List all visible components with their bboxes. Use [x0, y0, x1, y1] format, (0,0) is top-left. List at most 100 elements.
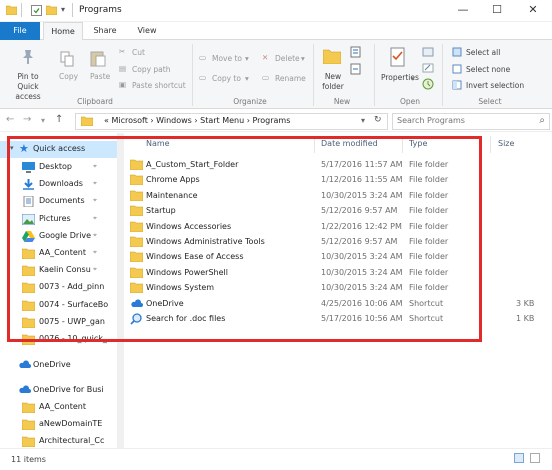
- back-arrow-icon[interactable]: ←: [6, 114, 14, 125]
- navigation-pane: ▾ ★ Quick access OneDrive OneDrive for B…: [0, 133, 117, 448]
- chevron-down-icon[interactable]: ▾: [10, 144, 14, 152]
- select-all-button[interactable]: Select all: [466, 48, 500, 57]
- copy-button[interactable]: Copy: [59, 72, 78, 81]
- copy-path-button[interactable]: Copy path: [132, 65, 170, 74]
- refresh-icon[interactable]: ↻: [374, 115, 382, 125]
- sidebar-item[interactable]: Documents ⌖: [0, 193, 117, 210]
- cloud-icon: [18, 385, 31, 394]
- sidebar-item[interactable]: Desktop ⌖: [0, 159, 117, 176]
- paste-shortcut-button[interactable]: Paste shortcut: [132, 81, 186, 90]
- tab-file[interactable]: File: [0, 22, 40, 40]
- quick-access-dropdown-icon[interactable]: ▾: [61, 5, 72, 16]
- file-type: File folder: [409, 252, 449, 262]
- window-title: Programs: [79, 5, 122, 15]
- file-row[interactable]: Startup 5/12/2016 9:57 AM File folder: [124, 204, 552, 219]
- nav-onedrive[interactable]: OneDrive: [0, 357, 117, 374]
- up-arrow-icon[interactable]: ↑: [55, 114, 63, 125]
- column-divider[interactable]: [402, 136, 403, 153]
- nav-onedrive-business[interactable]: OneDrive for Busi: [0, 382, 117, 399]
- sidebar-item[interactable]: 0075 - UWP_gan: [0, 314, 117, 331]
- file-row[interactable]: Windows PowerShell 10/30/2015 3:24 AM File…: [124, 266, 552, 281]
- nav-quick-access[interactable]: ▾ ★ Quick access: [0, 141, 117, 158]
- column-date-modified[interactable]: Date modified: [321, 139, 378, 148]
- column-divider[interactable]: [490, 136, 491, 153]
- pin-to-quick-access-button[interactable]: Pin to Quick access: [6, 72, 50, 102]
- column-divider[interactable]: [314, 136, 315, 153]
- forward-arrow-icon[interactable]: →: [23, 114, 31, 125]
- sidebar-item[interactable]: Architectural_Cc: [0, 433, 117, 448]
- invert-selection-button[interactable]: Invert selection: [466, 81, 524, 90]
- details-view-icon[interactable]: [514, 453, 524, 463]
- paste-shortcut-icon: ▣: [119, 80, 127, 89]
- large-icons-view-icon[interactable]: [530, 453, 540, 463]
- sidebar-item[interactable]: aNewDomainTE: [0, 416, 117, 433]
- maximize-button[interactable]: ☐: [490, 4, 504, 16]
- download-icon: [22, 179, 35, 190]
- tab-share[interactable]: Share: [86, 22, 124, 40]
- tab-home[interactable]: Home: [43, 22, 83, 41]
- file-name: Search for .doc files: [146, 314, 226, 323]
- file-row[interactable]: Windows System 10/30/2015 3:24 AM File fol…: [124, 281, 552, 296]
- cut-button[interactable]: Cut: [132, 48, 145, 57]
- copy-to-icon: ▭: [199, 73, 207, 82]
- new-folder-quick-icon[interactable]: [46, 5, 57, 16]
- sidebar-item[interactable]: AA_Content: [0, 399, 117, 416]
- column-type[interactable]: Type: [409, 139, 427, 148]
- nav-scrollbar[interactable]: [117, 133, 124, 448]
- sidebar-item[interactable]: AA_Content ⌖: [0, 245, 117, 262]
- search-icon[interactable]: ⌕: [539, 115, 545, 126]
- file-row[interactable]: Windows Accessories 1/22/2016 12:42 PM Fil…: [124, 220, 552, 235]
- file-row[interactable]: Maintenance 10/30/2015 3:24 AM File folder: [124, 189, 552, 204]
- new-item-icon[interactable]: [350, 46, 364, 58]
- file-row[interactable]: Search for .doc files 5/17/2016 10:56 AM S…: [124, 312, 552, 327]
- file-row[interactable]: OneDrive 4/25/2016 10:06 AM Shortcut 3 KB: [124, 297, 552, 312]
- paste-button[interactable]: Paste: [90, 72, 110, 81]
- pin-icon: ⌖: [93, 162, 97, 170]
- search-box[interactable]: ⌕: [392, 113, 550, 130]
- file-row[interactable]: A_Custom_Start_Folder 5/17/2016 11:57 AM F…: [124, 158, 552, 173]
- folder-icon: [130, 159, 143, 170]
- minimize-button[interactable]: —: [456, 4, 470, 16]
- sidebar-item[interactable]: 0074 - SurfaceBo: [0, 297, 117, 314]
- edit-icon[interactable]: [422, 63, 434, 73]
- pin-icon: [21, 49, 35, 65]
- sidebar-item[interactable]: Downloads ⌖: [0, 176, 117, 193]
- copy-to-button[interactable]: Copy to: [212, 74, 241, 83]
- file-row[interactable]: Windows Administrative Tools 5/12/2016 9:…: [124, 235, 552, 250]
- recent-locations-icon[interactable]: ▾: [41, 116, 45, 125]
- new-folder-button[interactable]: New folder: [320, 72, 346, 92]
- address-bar[interactable]: « Microsoft › Windows › Start Menu › Pro…: [75, 113, 388, 130]
- sidebar-item[interactable]: Kaelin Consu ⌖: [0, 262, 117, 279]
- chevron-down-icon[interactable]: ▾: [361, 116, 365, 125]
- organize-group-label: Organize: [233, 97, 267, 106]
- rename-button[interactable]: Rename: [275, 74, 306, 83]
- history-icon[interactable]: [422, 78, 434, 90]
- sidebar-item[interactable]: 0073 - Add_pinn: [0, 279, 117, 296]
- file-row[interactable]: Windows Ease of Access 10/30/2015 3:24 AM…: [124, 250, 552, 265]
- close-button[interactable]: ✕: [526, 4, 540, 16]
- file-row[interactable]: Chrome Apps 1/12/2016 11:55 AM File folder: [124, 173, 552, 188]
- select-none-button[interactable]: Select none: [466, 65, 510, 74]
- open-icon[interactable]: [422, 47, 434, 57]
- group-divider: [313, 44, 314, 106]
- file-type: File folder: [409, 190, 449, 200]
- column-name[interactable]: Name: [146, 139, 170, 148]
- search-input[interactable]: [397, 116, 527, 125]
- folder-icon: [130, 236, 143, 247]
- tab-view[interactable]: View: [128, 22, 166, 40]
- file-type: File folder: [409, 283, 449, 293]
- sidebar-item[interactable]: Pictures ⌖: [0, 211, 117, 228]
- sidebar-item-label: AA_Content: [39, 402, 86, 411]
- sidebar-item-label: Documents: [39, 196, 85, 206]
- properties-check-icon[interactable]: [31, 5, 42, 16]
- file-name: A_Custom_Start_Folder: [146, 160, 239, 169]
- column-size[interactable]: Size: [498, 139, 514, 148]
- breadcrumb[interactable]: « Microsoft › Windows › Start Menu › Pro…: [104, 116, 290, 125]
- search-shortcut-icon: [130, 313, 143, 325]
- file-date: 5/12/2016 9:57 AM: [321, 206, 398, 216]
- sidebar-item[interactable]: 0076 - 10_quick_: [0, 331, 117, 348]
- easy-access-icon[interactable]: [350, 63, 364, 75]
- move-to-button[interactable]: Move to: [212, 54, 242, 63]
- sidebar-item[interactable]: Google Drive ⌖: [0, 228, 117, 245]
- delete-button[interactable]: Delete: [275, 54, 300, 63]
